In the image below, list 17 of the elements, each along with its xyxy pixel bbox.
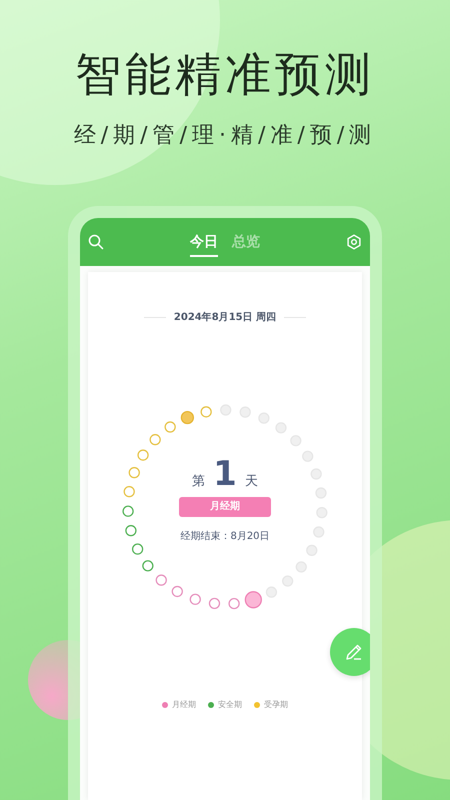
legend-label: 月经期 — [172, 699, 196, 710]
search-icon[interactable] — [88, 234, 104, 250]
headline: 智能精准预测 — [75, 46, 375, 103]
tab[interactable]: 总览 — [232, 231, 260, 257]
pencil-icon — [344, 642, 364, 662]
subtitle: 经/期/管/理·精/准/预/测 — [74, 122, 376, 150]
legend-label: 安全期 — [218, 699, 242, 710]
edit-button[interactable] — [330, 628, 370, 676]
day-suffix: 天 — [244, 473, 258, 490]
period-end-note: 经期结束：8月20日 — [180, 530, 270, 543]
tab[interactable]: 今日 — [190, 231, 218, 257]
day-number: 1 — [213, 457, 237, 491]
settings-icon[interactable] — [346, 234, 362, 250]
phase-badge: 月经期 — [179, 497, 271, 517]
date-label: 2024年8月15日 周四 — [174, 310, 276, 324]
day-prefix: 第 — [192, 473, 206, 490]
legend-label: 受孕期 — [264, 699, 288, 710]
